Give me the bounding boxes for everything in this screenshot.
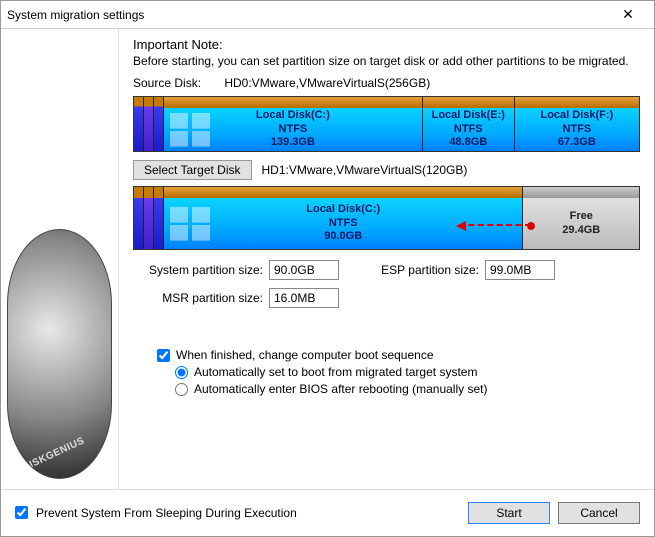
source-reserved-3[interactable] xyxy=(154,97,164,151)
part-size: 67.3GB xyxy=(540,136,613,150)
prevent-sleep-checkbox[interactable] xyxy=(15,506,28,519)
window-title: System migration settings xyxy=(7,8,608,22)
source-reserved-1[interactable] xyxy=(134,97,144,151)
part-name: Local Disk(C:) xyxy=(256,109,330,123)
target-reserved-2[interactable] xyxy=(144,187,154,249)
bios-radio[interactable] xyxy=(175,383,188,396)
windows-logo-icon xyxy=(170,207,210,241)
resize-arrow-icon xyxy=(459,224,531,226)
target-partition-c[interactable]: Local Disk(C:) NTFS 90.0GB xyxy=(164,187,523,249)
finish-label: When finished, change computer boot sequ… xyxy=(176,348,434,362)
target-free-space[interactable]: Free 29.4GB xyxy=(523,187,639,249)
part-fs: NTFS xyxy=(306,217,380,231)
target-disk-bar[interactable]: Local Disk(C:) NTFS 90.0GB Free 29.4GB xyxy=(133,186,640,250)
content: DISKGENIUS Important Note: Before starti… xyxy=(1,29,654,489)
part-size: 48.8GB xyxy=(432,136,505,150)
disk-image: DISKGENIUS xyxy=(7,229,112,479)
esp-size-input[interactable] xyxy=(485,260,555,280)
options: When finished, change computer boot sequ… xyxy=(133,348,640,396)
source-disk-bar[interactable]: Local Disk(C:) NTFS 139.3GB Local Disk(E… xyxy=(133,96,640,152)
msr-size-input[interactable] xyxy=(269,288,339,308)
close-icon[interactable]: ✕ xyxy=(608,6,648,23)
source-partition-f[interactable]: Local Disk(F:) NTFS 67.3GB xyxy=(515,97,639,151)
source-label: Source Disk: xyxy=(133,76,221,90)
part-fs: NTFS xyxy=(540,123,613,137)
source-reserved-2[interactable] xyxy=(144,97,154,151)
titlebar: System migration settings ✕ xyxy=(1,1,654,29)
start-button[interactable]: Start xyxy=(468,502,550,524)
part-name: Local Disk(C:) xyxy=(306,203,380,217)
auto-boot-radio[interactable] xyxy=(175,366,188,379)
system-size-label: System partition size: xyxy=(133,263,263,277)
note-title: Important Note: xyxy=(133,37,640,52)
free-label: Free xyxy=(562,210,600,224)
footer: Prevent System From Sleeping During Exec… xyxy=(1,489,654,535)
source-value: HD0:VMware,VMwareVirtualS(256GB) xyxy=(224,76,430,90)
part-size: 139.3GB xyxy=(256,136,330,150)
main-panel: Important Note: Before starting, you can… xyxy=(119,29,654,489)
finish-checkbox[interactable] xyxy=(157,349,170,362)
part-fs: NTFS xyxy=(256,123,330,137)
prevent-sleep-label: Prevent System From Sleeping During Exec… xyxy=(36,506,297,520)
note-body: Before starting, you can set partition s… xyxy=(133,54,640,68)
free-size: 29.4GB xyxy=(562,224,600,238)
part-size: 90.0GB xyxy=(306,230,380,244)
bios-label: Automatically enter BIOS after rebooting… xyxy=(194,382,487,396)
cancel-button[interactable]: Cancel xyxy=(558,502,640,524)
msr-size-label: MSR partition size: xyxy=(133,291,263,305)
source-partition-e[interactable]: Local Disk(E:) NTFS 48.8GB xyxy=(423,97,515,151)
part-name: Local Disk(F:) xyxy=(540,109,613,123)
target-value: HD1:VMware,VMwareVirtualS(120GB) xyxy=(262,163,468,177)
target-reserved-3[interactable] xyxy=(154,187,164,249)
sidebar: DISKGENIUS xyxy=(1,29,119,489)
size-inputs: System partition size: ESP partition siz… xyxy=(133,260,640,308)
auto-boot-label: Automatically set to boot from migrated … xyxy=(194,365,477,379)
esp-size-label: ESP partition size: xyxy=(369,263,479,277)
target-reserved-1[interactable] xyxy=(134,187,144,249)
select-target-button[interactable]: Select Target Disk xyxy=(133,160,252,180)
windows-logo-icon xyxy=(170,113,210,147)
source-row: Source Disk: HD0:VMware,VMwareVirtualS(2… xyxy=(133,76,640,90)
part-fs: NTFS xyxy=(432,123,505,137)
part-name: Local Disk(E:) xyxy=(432,109,505,123)
target-row: Select Target Disk HD1:VMware,VMwareVirt… xyxy=(133,160,640,180)
system-size-input[interactable] xyxy=(269,260,339,280)
source-partition-c[interactable]: Local Disk(C:) NTFS 139.3GB xyxy=(164,97,423,151)
brand-label: DISKGENIUS xyxy=(21,435,87,473)
